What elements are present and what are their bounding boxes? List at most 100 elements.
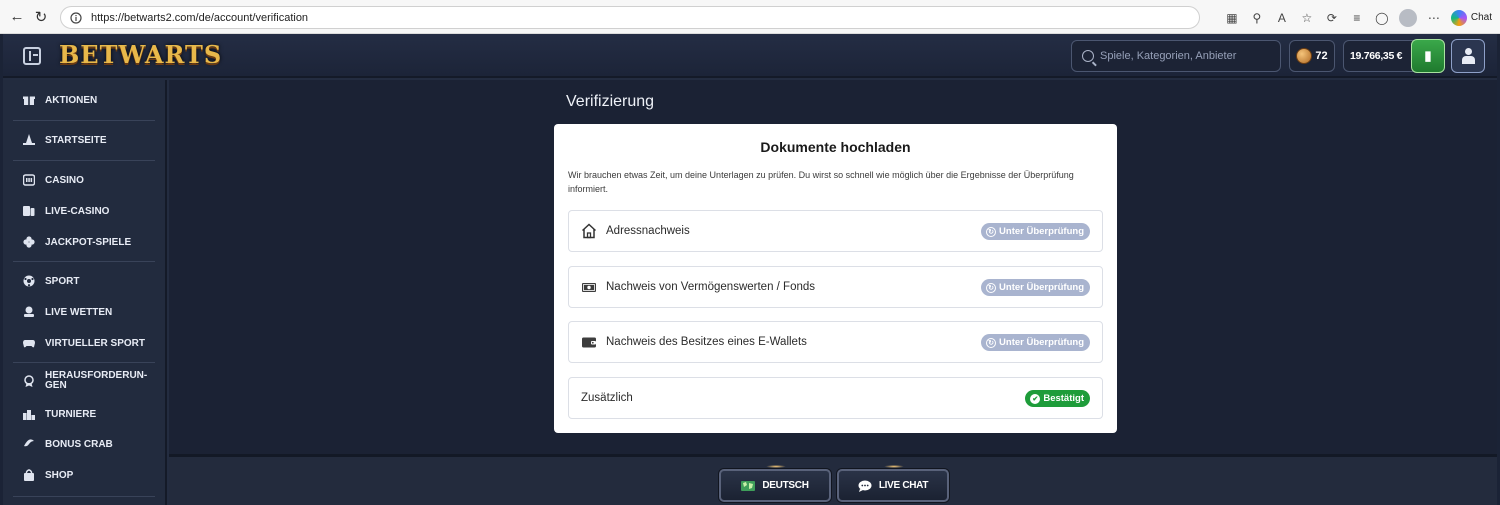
sidebar-item-aktionen[interactable]: AKTIONEN bbox=[23, 94, 163, 106]
document-label: Nachweis von Vermögenswerten / Fonds bbox=[606, 281, 816, 293]
crab-icon bbox=[23, 438, 35, 450]
coins-value: 72 bbox=[1315, 50, 1328, 62]
document-row-ewallet[interactable]: Nachweis des Besitzes eines E-Wallets ↻ … bbox=[568, 321, 1103, 363]
status-badge: ↻ Unter Überprüfung bbox=[981, 223, 1090, 240]
house-icon bbox=[581, 223, 597, 239]
sidebar-item-live-wetten[interactable]: LIVE WETTEN bbox=[23, 306, 163, 318]
chat-bubble-icon bbox=[858, 480, 872, 492]
world-map-icon bbox=[741, 480, 756, 492]
footer: DEUTSCH LIVE CHAT bbox=[169, 454, 1497, 505]
document-row-address[interactable]: Adressnachweis ↻ Unter Überprüfung bbox=[568, 210, 1103, 252]
sidebar-toggle-icon[interactable] bbox=[23, 47, 41, 65]
sidebar-item-label: TURNIERE bbox=[45, 408, 97, 420]
gamepad-icon bbox=[23, 337, 35, 349]
medal-icon bbox=[23, 375, 35, 387]
live-casino-icon bbox=[23, 205, 35, 217]
document-label: Adressnachweis bbox=[606, 225, 690, 237]
reload-icon[interactable]: ↻ bbox=[30, 6, 52, 28]
sidebar-item-herausforderungen[interactable]: HERAUSFORDERUN- GEN bbox=[23, 371, 163, 391]
copilot-chat-button[interactable]: Chat bbox=[1450, 9, 1492, 26]
search-placeholder: Spiele, Kategorien, Anbieter bbox=[1100, 50, 1237, 62]
apps-icon[interactable]: ▦ bbox=[1224, 10, 1240, 26]
sidebar-item-casino[interactable]: CASINO bbox=[23, 174, 163, 186]
sidebar-item-label: SPORT bbox=[45, 275, 80, 287]
verification-card: Dokumente hochladen Wir brauchen etwas Z… bbox=[554, 124, 1117, 433]
sidebar-item-label: CASINO bbox=[45, 174, 84, 186]
sidebar: AKTIONEN STARTSEITE CASINO LIVE-CASINO J… bbox=[3, 80, 167, 505]
spark-decoration bbox=[766, 465, 786, 468]
spark-decoration bbox=[884, 465, 904, 468]
status-text: Unter Überprüfung bbox=[999, 282, 1084, 293]
sidebar-item-label: LIVE-CASINO bbox=[45, 205, 110, 217]
sidebar-divider bbox=[13, 160, 155, 161]
sidebar-item-shop[interactable]: SHOP bbox=[23, 469, 163, 481]
refresh-extension-icon[interactable]: ⟳ bbox=[1324, 10, 1340, 26]
sidebar-divider bbox=[13, 496, 155, 497]
sidebar-item-label: VIRTUELLER SPORT bbox=[45, 337, 146, 349]
status-text: Unter Überprüfung bbox=[999, 337, 1084, 348]
sidebar-item-label: SHOP bbox=[45, 469, 74, 481]
sidebar-item-startseite[interactable]: STARTSEITE bbox=[23, 134, 163, 146]
card-title: Dokumente hochladen bbox=[760, 139, 911, 155]
sidebar-item-live-casino[interactable]: LIVE-CASINO bbox=[23, 205, 163, 217]
user-icon bbox=[1462, 48, 1475, 64]
wallet-button[interactable]: ▮ bbox=[1411, 39, 1445, 73]
zoom-icon[interactable]: ⚲ bbox=[1249, 10, 1265, 26]
brand-logo[interactable]: BETWARTS bbox=[59, 40, 222, 69]
sidebar-item-label: LIVE WETTEN bbox=[45, 306, 113, 318]
clover-icon bbox=[23, 236, 35, 248]
document-label: Nachweis des Besitzes eines E-Wallets bbox=[606, 336, 807, 348]
sidebar-item-jackpot-spiele[interactable]: JACKPOT-SPIELE bbox=[23, 236, 163, 248]
coin-icon bbox=[1296, 48, 1313, 64]
live-chat-button[interactable]: LIVE CHAT bbox=[837, 465, 949, 502]
sidebar-item-label: HERAUSFORDERUN- GEN bbox=[45, 371, 147, 391]
user-profile-button[interactable] bbox=[1451, 39, 1485, 73]
sidebar-divider bbox=[13, 120, 155, 121]
money-stack-icon: ▮ bbox=[1424, 48, 1432, 63]
app: BETWARTS Spiele, Kategorien, Anbieter 72… bbox=[3, 34, 1497, 505]
document-row-assets[interactable]: Nachweis von Vermögenswerten / Fonds ↻ U… bbox=[568, 266, 1103, 308]
clock-icon: ↻ bbox=[986, 226, 997, 237]
top-bar: BETWARTS Spiele, Kategorien, Anbieter 72… bbox=[3, 34, 1497, 78]
back-icon[interactable]: ← bbox=[6, 6, 28, 28]
browser-tools: ▦ ⚲ A ☆ ⟳ ≡ ◯ ⋯ Chat bbox=[1224, 6, 1492, 29]
more-icon[interactable]: ⋯ bbox=[1426, 10, 1442, 26]
sidebar-item-sport[interactable]: SPORT bbox=[23, 275, 163, 287]
sidebar-divider bbox=[13, 362, 155, 363]
sidebar-item-label: AKTIONEN bbox=[45, 94, 98, 106]
coins-counter[interactable]: 72 bbox=[1289, 40, 1335, 72]
search-icon bbox=[1082, 50, 1094, 62]
sidebar-item-turniere[interactable]: TURNIERE bbox=[23, 408, 163, 420]
address-bar[interactable]: https://betwarts2.com/de/account/verific… bbox=[60, 6, 1200, 29]
shopping-bag-icon bbox=[23, 469, 35, 481]
search-input[interactable]: Spiele, Kategorien, Anbieter bbox=[1071, 40, 1281, 72]
status-text: Bestätigt bbox=[1043, 393, 1084, 404]
clock-icon: ↻ bbox=[986, 337, 997, 348]
copilot-icon bbox=[1450, 9, 1467, 26]
document-row-additional[interactable]: Zusätzlich ✔ Bestätigt bbox=[568, 377, 1103, 419]
sidebar-item-bonus-crab[interactable]: BONUS CRAB bbox=[23, 438, 163, 450]
language-label: DEUTSCH bbox=[762, 480, 809, 491]
soccer-ball-icon bbox=[23, 275, 35, 287]
podium-icon bbox=[23, 408, 35, 420]
read-aloud-icon[interactable]: A bbox=[1274, 10, 1290, 26]
sidebar-item-label-line2: GEN bbox=[45, 380, 67, 391]
wallet-icon bbox=[581, 334, 597, 350]
browser-toolbar: ← ↻ https://betwarts2.com/de/account/ver… bbox=[0, 0, 1500, 34]
balance-value: 19.766,35 € bbox=[1350, 50, 1403, 62]
shield-icon[interactable]: ◯ bbox=[1374, 10, 1390, 26]
profile-avatar[interactable] bbox=[1398, 8, 1417, 27]
gift-icon bbox=[23, 94, 35, 106]
live-bet-icon bbox=[23, 306, 35, 318]
casino-icon bbox=[23, 174, 35, 186]
status-badge: ↻ Unter Überprüfung bbox=[981, 279, 1090, 296]
sidebar-item-label: BONUS CRAB bbox=[45, 438, 113, 450]
info-icon[interactable] bbox=[69, 11, 83, 25]
sidebar-item-label: STARTSEITE bbox=[45, 134, 107, 146]
sidebar-item-label: JACKPOT-SPIELE bbox=[45, 236, 132, 248]
favorites-list-icon[interactable]: ≡ bbox=[1349, 10, 1365, 26]
cash-icon bbox=[581, 279, 597, 295]
favorite-icon[interactable]: ☆ bbox=[1299, 10, 1315, 26]
language-button[interactable]: DEUTSCH bbox=[719, 465, 831, 502]
sidebar-item-virtueller-sport[interactable]: VIRTUELLER SPORT bbox=[23, 337, 163, 349]
